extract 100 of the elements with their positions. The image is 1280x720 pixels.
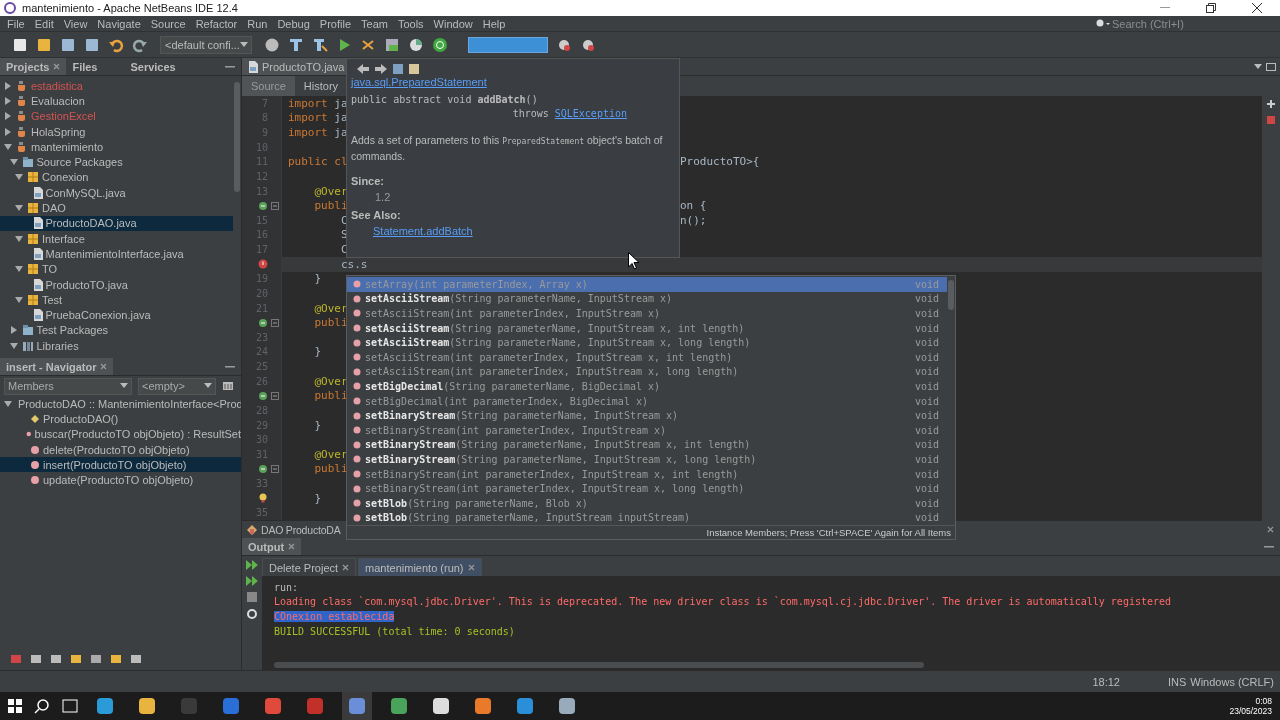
menu-item[interactable]: Window bbox=[428, 17, 478, 30]
forward-arrow-icon[interactable] bbox=[375, 64, 387, 74]
members-dropdown[interactable]: Members bbox=[4, 377, 132, 395]
scope-dropdown[interactable]: <empty> bbox=[138, 377, 216, 395]
window-tool-icon[interactable] bbox=[110, 654, 122, 664]
tree-item[interactable]: Test Packages bbox=[0, 322, 233, 339]
task-view-icon[interactable] bbox=[62, 699, 78, 713]
menu-item[interactable]: View bbox=[58, 17, 93, 30]
rerun-icon[interactable] bbox=[246, 576, 258, 586]
window-icon[interactable] bbox=[1266, 62, 1276, 71]
profile-icon[interactable] bbox=[384, 36, 400, 53]
completion-item[interactable]: setBinaryStream(int parameterIndex, InputStream x) void bbox=[347, 422, 947, 438]
app-icon[interactable] bbox=[474, 697, 492, 715]
tree-item[interactable]: ProductoDAO.java bbox=[0, 215, 233, 231]
exception-link[interactable]: SQLException bbox=[554, 108, 627, 119]
menu-item[interactable]: Help bbox=[477, 17, 511, 30]
expanded-arrow-icon[interactable] bbox=[15, 265, 23, 274]
new-file-icon[interactable] bbox=[12, 36, 28, 53]
search-field[interactable]: Search (Ctrl+I) bbox=[1110, 16, 1260, 31]
panel-tab[interactable]: Files bbox=[66, 58, 125, 75]
completion-item[interactable]: setBinaryStream(String parameterName, InputStream x) void bbox=[347, 408, 947, 423]
completion-item[interactable]: setAsciiStream(String parameterName, InputStream x) void bbox=[347, 291, 947, 307]
fold-icon[interactable] bbox=[271, 201, 279, 210]
new-project-icon[interactable] bbox=[36, 36, 52, 53]
tree-item[interactable]: mantenimiento bbox=[0, 139, 233, 155]
menu-item[interactable]: File bbox=[2, 17, 30, 30]
window-tool-icon[interactable] bbox=[30, 654, 42, 664]
panel-tab[interactable]: insert - Navigator bbox=[0, 358, 114, 375]
configuration-dropdown[interactable]: <default confi... bbox=[160, 35, 252, 54]
windows-logo-icon[interactable] bbox=[8, 699, 22, 713]
expanded-arrow-icon[interactable] bbox=[4, 399, 12, 408]
tree-item[interactable]: ConMySQL.java bbox=[0, 185, 233, 201]
tree-item[interactable]: delete(ProductoTO objObjeto) bbox=[0, 441, 241, 458]
expanded-arrow-icon[interactable] bbox=[15, 234, 23, 243]
see-also-link[interactable]: Statement.addBatch bbox=[373, 225, 473, 237]
filter-icon[interactable] bbox=[222, 380, 234, 392]
tree-item[interactable]: ProductoTO.java bbox=[0, 276, 233, 293]
tree-item[interactable]: Interface bbox=[0, 230, 233, 247]
window-tool-icon[interactable] bbox=[70, 654, 82, 664]
collapsed-arrow-icon[interactable] bbox=[4, 127, 12, 136]
tree-item[interactable]: TO bbox=[0, 261, 233, 277]
expanded-arrow-icon[interactable] bbox=[9, 341, 18, 350]
app-icon[interactable] bbox=[558, 697, 576, 715]
fold-icon[interactable] bbox=[271, 318, 279, 327]
app-icon[interactable] bbox=[96, 697, 114, 715]
fold-icon[interactable] bbox=[271, 464, 279, 473]
menu-item[interactable]: Source bbox=[145, 17, 191, 30]
tree-item[interactable]: ProductoDAO() bbox=[0, 411, 241, 427]
completion-item[interactable]: setAsciiStream(int parameterIndex, InputStream x, int length) void bbox=[347, 349, 947, 365]
completion-item[interactable]: setBinaryStream(String parameterName, InputStream x, int length) void bbox=[347, 437, 947, 453]
close-project-icon[interactable] bbox=[84, 36, 100, 53]
expanded-arrow-icon[interactable] bbox=[15, 173, 23, 182]
breadcrumb[interactable]: DAO ProductoDA bbox=[261, 523, 341, 536]
memory-graph[interactable] bbox=[468, 36, 548, 53]
search-icon[interactable] bbox=[34, 698, 50, 714]
app-icon[interactable] bbox=[432, 697, 450, 715]
view-tab[interactable]: History bbox=[294, 76, 348, 96]
panel-tab[interactable]: Projects bbox=[0, 58, 67, 75]
completion-item[interactable]: setBinaryStream(int parameterIndex, InputStream x, int length) void bbox=[347, 466, 947, 482]
scrollbar-thumb[interactable] bbox=[234, 82, 240, 192]
completion-item[interactable]: setBigDecimal(String parameterName, BigDecimal x) void bbox=[347, 379, 947, 394]
menu-item[interactable]: Team bbox=[356, 17, 393, 30]
completion-item[interactable]: setAsciiStream(int parameterIndex, InputStream x, long length) void bbox=[347, 364, 947, 380]
completion-item[interactable]: setAsciiStream(int parameterIndex, InputStream x) void bbox=[347, 306, 947, 321]
completion-item[interactable]: setBlob(String parameterName, Blob x) void bbox=[347, 495, 947, 511]
completion-item[interactable]: setBinaryStream(int parameterIndex, InputStream x, long length) void bbox=[347, 481, 947, 496]
completion-item[interactable]: setAsciiStream(String parameterName, InputStream x, int length) void bbox=[347, 320, 947, 336]
class-link[interactable]: java.sql.PreparedStatement bbox=[351, 76, 487, 88]
window-tool-icon[interactable] bbox=[10, 654, 22, 664]
open-project-icon[interactable] bbox=[60, 36, 76, 53]
minimize-icon[interactable] bbox=[1160, 7, 1170, 9]
panel-tab[interactable]: Output bbox=[242, 538, 302, 555]
menu-item[interactable]: Tools bbox=[392, 17, 429, 30]
restore-icon[interactable] bbox=[1206, 3, 1216, 13]
tree-item[interactable]: PruebaConexion.java bbox=[0, 307, 233, 323]
completion-item[interactable]: setAsciiStream(String parameterName, InputStream x, long length) void bbox=[347, 335, 947, 350]
tree-item[interactable]: DAO bbox=[0, 200, 233, 216]
expanded-arrow-icon[interactable] bbox=[15, 204, 23, 212]
fold-icon[interactable] bbox=[271, 391, 279, 400]
tree-item[interactable]: Evaluacion bbox=[0, 93, 233, 109]
window-tool-icon[interactable] bbox=[130, 654, 142, 664]
menu-item[interactable]: Profile bbox=[314, 17, 356, 30]
console-tab[interactable]: mantenimiento (run) bbox=[358, 558, 482, 576]
expanded-arrow-icon[interactable] bbox=[9, 158, 18, 167]
tree-item[interactable]: Test bbox=[0, 292, 233, 308]
menu-item[interactable]: Run bbox=[242, 17, 273, 30]
scrollbar-thumb[interactable] bbox=[274, 662, 924, 668]
menu-item[interactable]: Edit bbox=[29, 17, 59, 30]
clean-build-icon[interactable] bbox=[312, 36, 328, 53]
back-arrow-icon[interactable] bbox=[357, 64, 369, 74]
collapsed-arrow-icon[interactable] bbox=[9, 326, 18, 335]
hammer-icon[interactable] bbox=[288, 36, 304, 53]
collapsed-arrow-icon[interactable] bbox=[4, 81, 12, 90]
tree-item[interactable]: Source Packages bbox=[0, 154, 233, 170]
power-icon[interactable] bbox=[432, 36, 448, 53]
console-tab[interactable]: Delete Project bbox=[262, 558, 357, 576]
close-icon[interactable] bbox=[1252, 3, 1262, 13]
tree-item[interactable]: insert(ProductoTO objObjeto) bbox=[0, 457, 241, 473]
panel-tab[interactable]: Services bbox=[124, 58, 183, 75]
tree-item[interactable]: buscar(ProductoTO objObjeto) : ResultSet bbox=[0, 426, 241, 442]
